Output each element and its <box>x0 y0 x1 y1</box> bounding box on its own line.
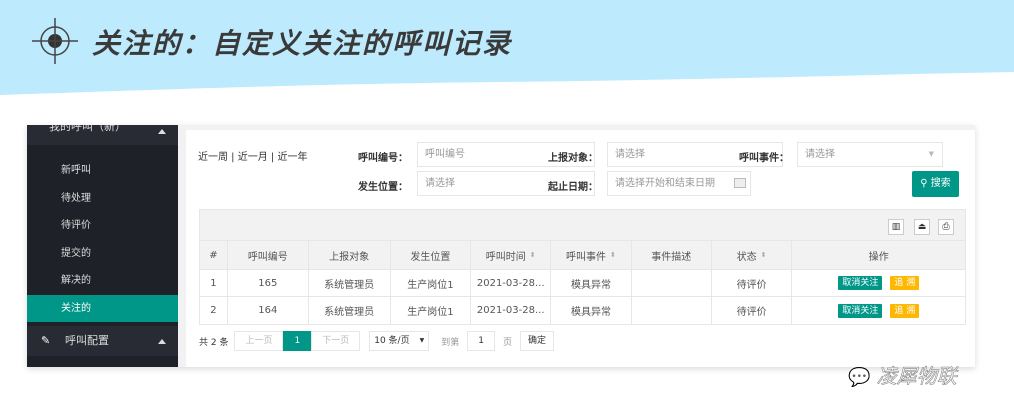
app-screenshot: 我的呼叫（新） 新呼叫 待处理 待评价 提交的 解决的 关注的 ✎ 呼叫配置 近一… <box>27 125 975 367</box>
table-cell: 待评价 <box>712 297 793 324</box>
page-size-select[interactable]: 10 条/页 ▼ <box>369 331 430 351</box>
total-count: 共 2 条 <box>199 337 229 348</box>
export-icon[interactable]: ⏏ <box>914 219 930 235</box>
event-label: 呼叫事件： <box>739 153 789 164</box>
page-1-button[interactable]: 1 <box>283 331 312 351</box>
table-cell: 生产岗位1 <box>391 297 472 324</box>
column-label: 状态 <box>736 251 757 263</box>
watermark: 💬 凌犀物联 <box>848 360 957 389</box>
search-icon: ⚲ <box>920 178 931 189</box>
sidebar-group-label: 呼叫配置 <box>65 334 109 347</box>
date-range-input[interactable]: 请选择开始和结束日期 <box>607 171 751 196</box>
sidebar-item-to-evaluate[interactable]: 待评价 <box>27 212 178 240</box>
table-cell: 1 <box>200 270 228 296</box>
sidebar-item-resolved[interactable]: 解决的 <box>27 267 178 295</box>
crosshair-icon <box>32 18 78 64</box>
main-content: 近一周 | 近一月 | 近一年 呼叫编号： 呼叫编号 上报对象： 请选择 呼叫事… <box>186 130 975 367</box>
call-records-table: ▥ ⏏ ⎙ # 呼叫编号 上报对象 发生位置 呼叫时间 ⬍ 呼叫事件 ⬍ 事件描述 状态 ⬍ 操作 1 1… <box>199 209 966 325</box>
sidebar-item-pending[interactable]: 待处理 <box>27 185 178 213</box>
actions-cell: 取消关注追 溯 <box>792 270 965 296</box>
dropdown-arrow-icon: ▼ <box>419 337 425 344</box>
prev-page-button[interactable]: 上一页 <box>234 331 284 351</box>
calendar-icon <box>734 178 746 188</box>
sort-icon[interactable]: ⬍ <box>530 251 536 259</box>
trace-button[interactable]: 追 溯 <box>890 303 920 318</box>
event-placeholder: 请选择 <box>805 149 835 160</box>
column-label: 操作 <box>868 251 889 263</box>
column-label: 呼叫编号 <box>247 251 288 263</box>
wechat-icon: 💬 <box>848 367 871 389</box>
table-cell: 模具异常 <box>551 297 632 324</box>
column-header[interactable]: 呼叫时间 ⬍ <box>471 241 552 269</box>
table-cell <box>632 270 712 296</box>
watermark-text: 凌犀物联 <box>876 364 957 389</box>
columns-filter-icon[interactable]: ▥ <box>888 219 904 235</box>
column-header: 事件描述 <box>632 241 712 269</box>
table-toolbar: ▥ ⏏ ⎙ <box>200 210 965 241</box>
column-header: 发生位置 <box>391 241 472 269</box>
page-title: 关注的：自定义关注的呼叫记录 <box>92 27 513 60</box>
column-label: # <box>209 249 218 261</box>
table-cell: 2021-03-28... <box>471 270 552 296</box>
page-label: 页 <box>502 337 512 348</box>
sidebar-item-submitted[interactable]: 提交的 <box>27 240 178 268</box>
table-cell <box>632 297 712 324</box>
table-row: 2 164 系统管理员 生产岗位1 2021-03-28... 模具异常 待评价 取消关注追 … <box>200 297 965 324</box>
actions-cell: 取消关注追 溯 <box>792 297 965 324</box>
search-label: 搜索 <box>930 178 951 189</box>
sort-icon[interactable]: ⬍ <box>761 251 767 259</box>
date-placeholder: 请选择开始和结束日期 <box>615 178 715 189</box>
column-header: 操作 <box>792 241 965 269</box>
trace-button[interactable]: 追 溯 <box>890 276 920 290</box>
dropdown-arrow-icon: ▼ <box>928 150 934 158</box>
column-header[interactable]: 状态 ⬍ <box>712 241 793 269</box>
sidebar: 我的呼叫（新） 新呼叫 待处理 待评价 提交的 解决的 关注的 ✎ 呼叫配置 <box>27 125 178 367</box>
table-cell: 模具异常 <box>551 270 632 296</box>
call-no-label: 呼叫编号： <box>358 153 408 164</box>
location-label: 发生位置： <box>358 182 408 193</box>
table-row: 1 165 系统管理员 生产岗位1 2021-03-28... 模具异常 待评价 取消关注追 … <box>200 270 965 297</box>
pagination: 共 2 条 上一页 1 下一页 10 条/页 ▼ 到第 1 页 确定 <box>199 331 554 351</box>
table-cell: 系统管理员 <box>309 297 391 324</box>
sidebar-item-followed[interactable]: 关注的 <box>27 294 178 322</box>
event-select[interactable]: 请选择 ▼ <box>797 142 943 167</box>
table-cell: 2 <box>200 297 228 324</box>
unfollow-button[interactable]: 取消关注 <box>838 303 883 318</box>
confirm-button[interactable]: 确定 <box>519 331 554 351</box>
date-range-label: 起止日期： <box>548 182 598 193</box>
sidebar-item-new-call[interactable]: 新呼叫 <box>27 157 178 185</box>
goto-page-input[interactable]: 1 <box>467 331 495 351</box>
print-icon[interactable]: ⎙ <box>938 219 954 235</box>
next-page-button[interactable]: 下一页 <box>311 331 361 351</box>
unfollow-button[interactable]: 取消关注 <box>838 276 883 290</box>
column-header[interactable]: 呼叫事件 ⬍ <box>551 241 632 269</box>
table-cell: 164 <box>228 297 309 324</box>
sidebar-group-my-calls[interactable]: 我的呼叫（新） <box>27 125 178 145</box>
column-header: # <box>200 241 228 269</box>
column-header: 上报对象 <box>309 241 391 269</box>
column-label: 上报对象 <box>329 251 370 263</box>
table-header-row: # 呼叫编号 上报对象 发生位置 呼叫时间 ⬍ 呼叫事件 ⬍ 事件描述 状态 ⬍ 操作 <box>200 241 965 270</box>
sort-icon[interactable]: ⬍ <box>610 251 616 259</box>
column-label: 呼叫时间 <box>485 251 526 263</box>
page-size-value: 10 条/页 <box>374 336 410 346</box>
sidebar-group-call-config[interactable]: ✎ 呼叫配置 <box>27 326 178 356</box>
search-button[interactable]: ⚲ 搜索 <box>912 171 959 197</box>
column-label: 呼叫事件 <box>566 251 607 263</box>
table-cell: 165 <box>228 270 309 296</box>
table-cell: 系统管理员 <box>309 270 391 296</box>
goto-label: 到第 <box>441 337 460 348</box>
sidebar-group-label: 我的呼叫（新） <box>49 125 126 133</box>
caret-up-icon <box>158 129 166 134</box>
table-cell: 2021-03-28... <box>471 297 552 324</box>
column-header: 呼叫编号 <box>228 241 309 269</box>
column-label: 事件描述 <box>651 251 692 263</box>
column-label: 发生位置 <box>410 251 451 263</box>
caret-up-icon <box>158 339 166 344</box>
quick-date-links[interactable]: 近一周 | 近一月 | 近一年 <box>198 148 307 163</box>
reporter-label: 上报对象： <box>548 153 598 164</box>
table-cell: 生产岗位1 <box>391 270 472 296</box>
table-cell: 待评价 <box>712 270 793 296</box>
plug-icon: ✎ <box>41 334 51 347</box>
